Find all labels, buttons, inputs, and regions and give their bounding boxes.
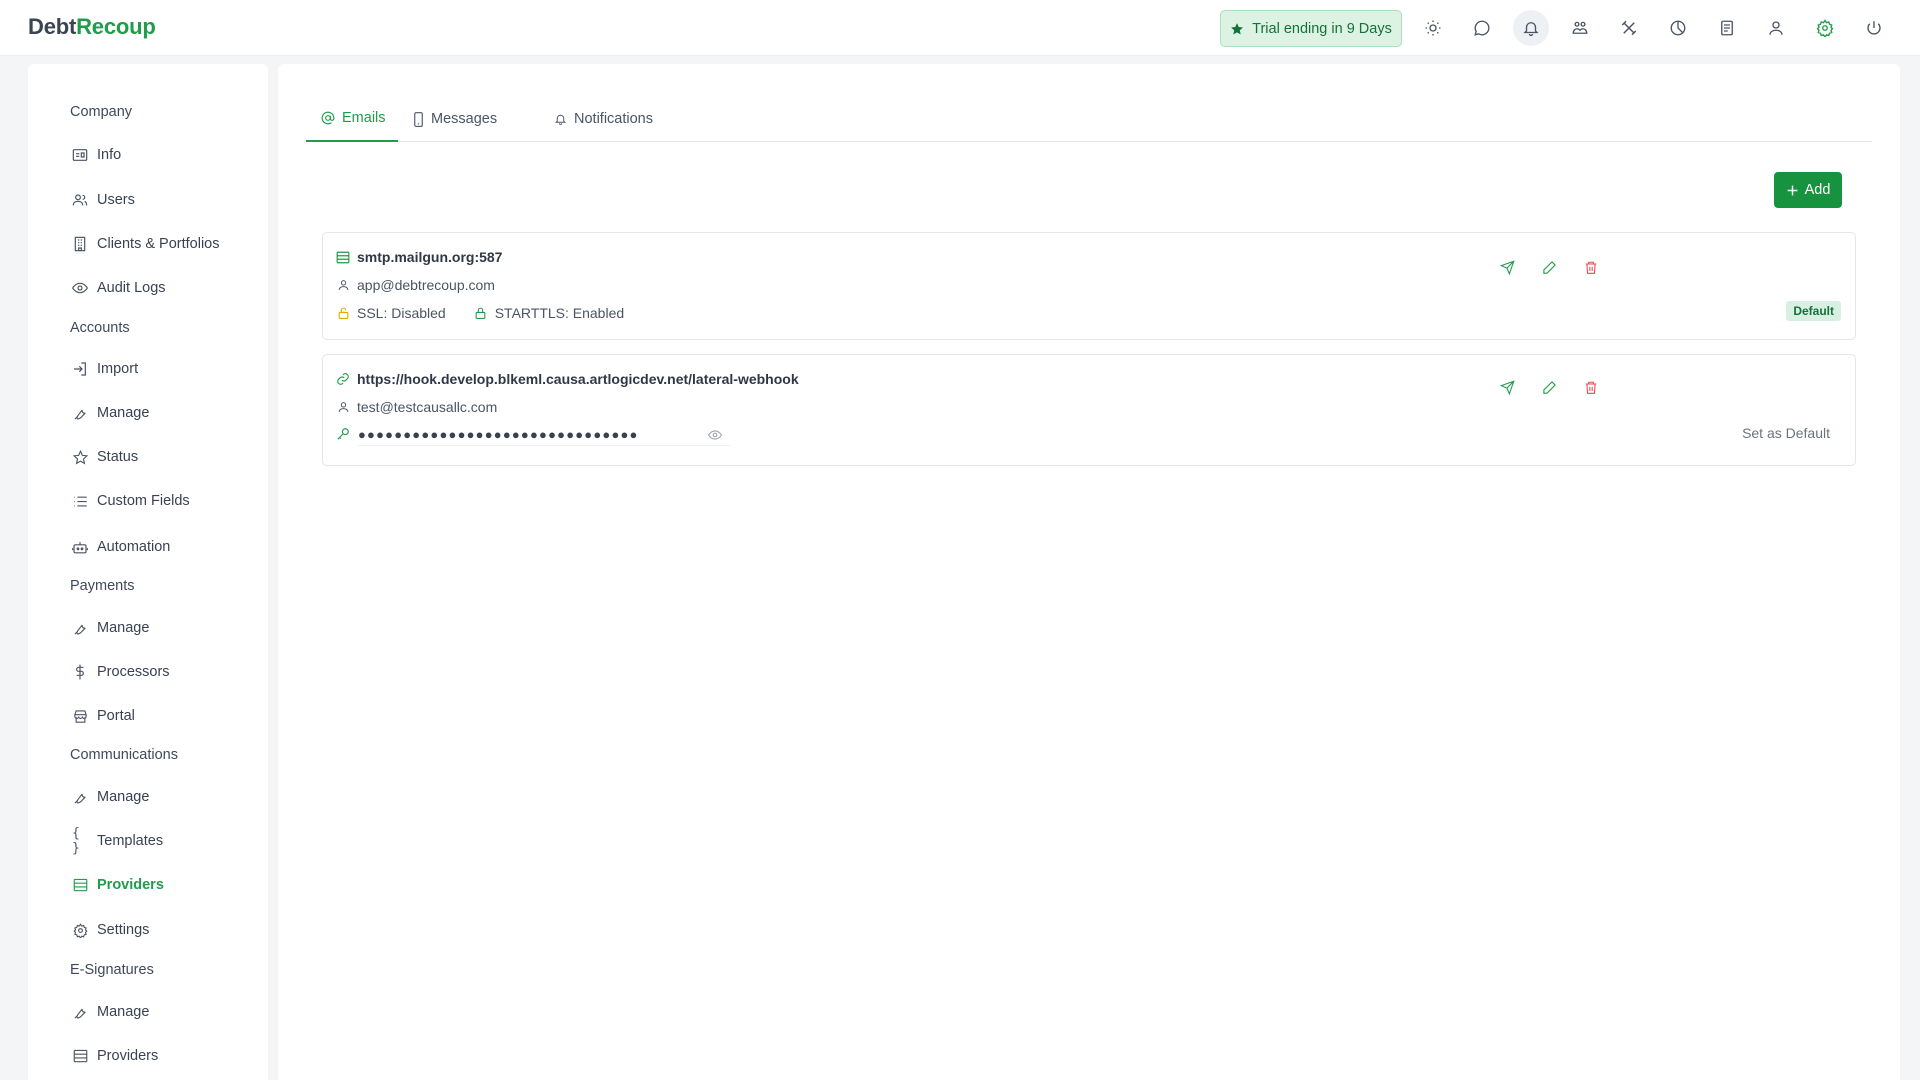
- wrench-icon: [72, 620, 88, 636]
- lock-open-icon: [336, 306, 350, 320]
- phone-icon: [413, 111, 424, 127]
- tab-emails[interactable]: Emails: [306, 104, 398, 142]
- trial-badge[interactable]: Trial ending in 9 Days: [1220, 10, 1402, 47]
- wrench-icon: [72, 789, 88, 805]
- user-icon: [336, 278, 350, 292]
- pie-chart-icon[interactable]: [1660, 10, 1696, 46]
- braces-icon: { }: [72, 826, 80, 856]
- provider-host: smtp.mailgun.org:587: [357, 249, 503, 265]
- power-icon[interactable]: [1856, 10, 1892, 46]
- add-provider-button[interactable]: Add: [1774, 172, 1842, 208]
- sidebar-item-audit-logs[interactable]: Audit Logs: [72, 276, 166, 300]
- at-sign-icon: [321, 111, 335, 125]
- handshake-icon[interactable]: [1562, 10, 1598, 46]
- user-icon[interactable]: [1758, 10, 1794, 46]
- plus-icon: [1786, 184, 1799, 197]
- provider-user: test@testcausallc.com: [357, 399, 498, 415]
- star-outline-icon: [72, 449, 88, 465]
- trial-label: Trial ending in 9 Days: [1252, 20, 1392, 37]
- id-card-icon: [72, 147, 88, 163]
- sidebar-item-clients-portfolios[interactable]: Clients & Portfolios: [72, 232, 220, 256]
- dollar-icon: [72, 664, 88, 680]
- sidebar-section-esignatures: E-Signatures: [70, 962, 154, 978]
- sidebar-item-custom-fields[interactable]: Custom Fields: [72, 489, 190, 513]
- ssl-status: SSL: Disabled: [357, 305, 446, 321]
- sidebar-item-esign-providers[interactable]: Providers: [72, 1044, 158, 1068]
- bell-icon: [554, 112, 567, 126]
- set-as-default-link[interactable]: Set as Default: [1742, 425, 1830, 441]
- sidebar-item-info[interactable]: Info: [72, 143, 121, 167]
- provider-card: smtp.mailgun.org:587 app@debtrecoup.com …: [322, 232, 1856, 340]
- sidebar-item-esign-manage[interactable]: Manage: [72, 1000, 149, 1024]
- top-bar: DebtRecoup Trial ending in 9 Days: [0, 0, 1920, 56]
- sidebar-item-settings[interactable]: Settings: [72, 918, 149, 942]
- send-test-button[interactable]: [1497, 377, 1517, 397]
- sidebar-item-import[interactable]: Import: [72, 357, 138, 381]
- chat-icon[interactable]: [1464, 10, 1500, 46]
- provider-host: https://hook.develop.blkeml.causa.artlog…: [357, 371, 799, 387]
- delete-button[interactable]: [1581, 377, 1601, 397]
- link-icon: [336, 372, 350, 386]
- wrench-icon: [72, 1004, 88, 1020]
- providers-panel: Emails Messages Notifications Add smtp.m…: [278, 64, 1900, 1080]
- sidebar-item-payments-manage[interactable]: Manage: [72, 616, 149, 640]
- star-icon: [1230, 22, 1244, 36]
- sidebar-section-payments: Payments: [70, 578, 135, 594]
- import-icon: [72, 361, 88, 377]
- users-icon: [72, 192, 88, 208]
- provider-tabs: Emails Messages Notifications: [306, 104, 1872, 142]
- sidebar-item-communications-manage[interactable]: Manage: [72, 785, 149, 809]
- starttls-status: STARTTLS: Enabled: [494, 305, 625, 321]
- robot-icon: [72, 539, 88, 555]
- sidebar-item-automation[interactable]: Automation: [72, 535, 170, 559]
- building-icon: [72, 236, 88, 252]
- sun-icon[interactable]: [1415, 10, 1451, 46]
- edit-button[interactable]: [1539, 377, 1559, 397]
- gear-icon: [72, 922, 88, 938]
- app-logo[interactable]: DebtRecoup: [28, 14, 156, 40]
- provider-user: app@debtrecoup.com: [357, 277, 495, 293]
- bell-icon[interactable]: [1513, 10, 1549, 46]
- store-icon: [72, 708, 88, 724]
- provider-card: https://hook.develop.blkeml.causa.artlog…: [322, 354, 1856, 466]
- sidebar-section-accounts: Accounts: [70, 320, 130, 336]
- delete-button[interactable]: [1581, 257, 1601, 277]
- wrench-icon: [72, 405, 88, 421]
- settings-sidebar: Company Info Users Clients & Portfolios …: [28, 64, 268, 1080]
- gear-icon[interactable]: [1807, 10, 1843, 46]
- user-icon: [336, 400, 350, 414]
- api-key-field[interactable]: ●●●●●●●●●●●●●●●●●●●●●●●●●●●●●●●: [358, 424, 730, 446]
- eye-icon: [72, 280, 88, 296]
- sidebar-item-accounts-manage[interactable]: Manage: [72, 401, 149, 425]
- tab-notifications[interactable]: Notifications: [554, 104, 653, 142]
- send-test-button[interactable]: [1497, 257, 1517, 277]
- tools-icon[interactable]: [1611, 10, 1647, 46]
- sidebar-item-portal[interactable]: Portal: [72, 704, 135, 728]
- eye-icon[interactable]: [708, 429, 722, 440]
- sidebar-section-communications: Communications: [70, 747, 178, 763]
- sidebar-section-company: Company: [70, 104, 133, 120]
- sidebar-item-providers[interactable]: Providers: [72, 873, 164, 897]
- api-key-mask: ●●●●●●●●●●●●●●●●●●●●●●●●●●●●●●●: [358, 427, 639, 442]
- edit-button[interactable]: [1539, 257, 1559, 277]
- tab-messages[interactable]: Messages: [413, 104, 497, 142]
- server-icon: [336, 250, 350, 264]
- lock-icon: [474, 306, 488, 320]
- report-icon[interactable]: [1709, 10, 1745, 46]
- sidebar-item-users[interactable]: Users: [72, 188, 135, 212]
- key-icon: [336, 427, 350, 441]
- default-badge: Default: [1786, 301, 1841, 321]
- sidebar-item-status[interactable]: Status: [72, 445, 138, 469]
- server-icon: [72, 877, 88, 893]
- sidebar-item-processors[interactable]: Processors: [72, 660, 170, 684]
- list-icon: [72, 493, 88, 509]
- sidebar-item-templates[interactable]: { } Templates: [72, 826, 163, 856]
- server-icon: [72, 1048, 88, 1064]
